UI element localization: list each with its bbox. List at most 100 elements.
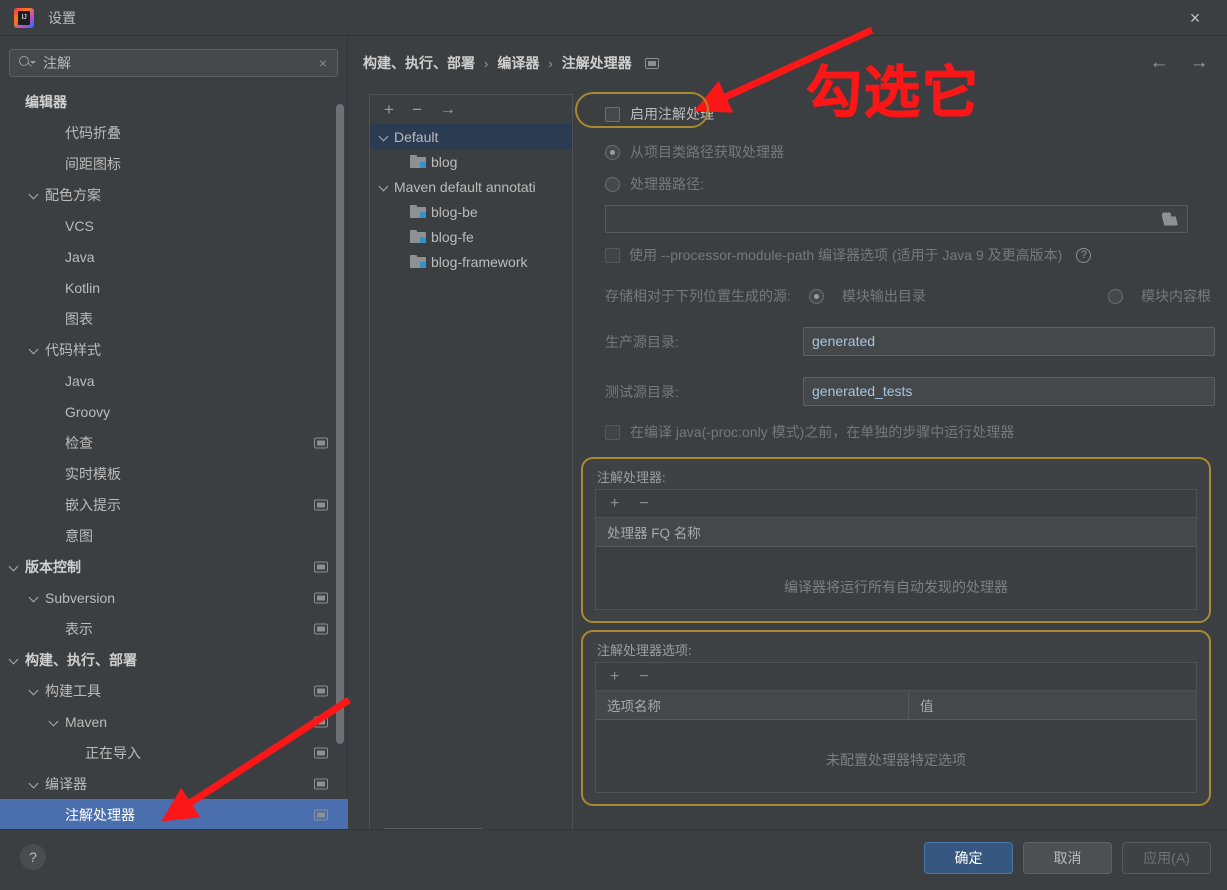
chevron-down-icon[interactable]: [28, 777, 41, 790]
back-arrow-icon[interactable]: ←: [1145, 48, 1173, 76]
breadcrumb-part-1[interactable]: 编译器: [497, 53, 539, 73]
settings-content: 构建、执行、部署 › 编译器 › 注解处理器 ← → + − → Default…: [349, 36, 1227, 845]
add-option-button[interactable]: +: [610, 668, 619, 685]
processor-path-radio[interactable]: [605, 176, 620, 192]
settings-sync-badge-icon: [314, 592, 328, 603]
sidebar-item[interactable]: 版本控制: [0, 551, 348, 582]
sidebar-item[interactable]: 意图: [0, 520, 348, 551]
sidebar-item-label: 图表: [65, 310, 93, 327]
module-profile-row[interactable]: Default: [370, 124, 572, 149]
processors-table-header: 处理器 FQ 名称: [596, 518, 1196, 547]
chevron-down-icon[interactable]: [28, 591, 41, 604]
proc-only-row[interactable]: 在编译 java(-proc:only 模式)之前，在单独的步骤中运行处理器: [605, 422, 1014, 442]
proc-only-label: 在编译 java(-proc:only 模式)之前，在单独的步骤中运行处理器: [630, 424, 1015, 440]
search-input[interactable]: 注解 ×: [9, 49, 338, 77]
sidebar-scrollbar[interactable]: [336, 104, 344, 744]
move-to-profile-button[interactable]: →: [440, 101, 456, 118]
sidebar-item[interactable]: 编辑器: [0, 86, 348, 117]
module-profile-row[interactable]: Maven default annotati: [370, 174, 572, 199]
chevron-down-icon[interactable]: [8, 560, 21, 573]
enable-annotation-processing-row[interactable]: 启用注解处理: [605, 104, 714, 124]
processors-table-toolbar: + −: [596, 490, 1196, 518]
column-header-processor-fq-name[interactable]: 处理器 FQ 名称: [596, 518, 1196, 546]
chevron-down-icon[interactable]: [28, 343, 41, 356]
sidebar-item[interactable]: 编译器: [0, 768, 348, 799]
help-icon[interactable]: ?: [1076, 247, 1092, 263]
sidebar-item[interactable]: Subversion: [0, 582, 348, 613]
chevron-down-icon[interactable]: [378, 130, 391, 143]
proc-only-checkbox[interactable]: [605, 424, 620, 440]
breadcrumb-part-2: 注解处理器: [561, 55, 632, 71]
use-module-path-checkbox[interactable]: [605, 247, 620, 263]
chevron-down-icon[interactable]: [28, 188, 41, 201]
chevron-down-icon[interactable]: [48, 715, 61, 728]
sidebar-item[interactable]: Kotlin: [0, 272, 348, 303]
module-row[interactable]: blog-framework: [370, 249, 572, 274]
window-title: 设置: [48, 9, 76, 26]
sidebar-item[interactable]: 检查: [0, 427, 348, 458]
sidebar-item[interactable]: VCS: [0, 210, 348, 241]
settings-sync-badge-icon: [314, 809, 328, 820]
add-profile-button[interactable]: +: [384, 101, 394, 118]
ok-button[interactable]: 确定: [924, 842, 1013, 874]
store-content-root-radio[interactable]: [1108, 288, 1123, 304]
remove-processor-button[interactable]: −: [639, 495, 648, 512]
column-header-value[interactable]: 值: [908, 691, 1196, 719]
store-module-output-radio[interactable]: [808, 288, 824, 304]
sidebar-item[interactable]: 注解处理器: [0, 799, 348, 829]
module-row[interactable]: blog: [370, 149, 572, 174]
breadcrumb-separator: ›: [484, 55, 489, 71]
production-sources-input[interactable]: generated: [803, 327, 1215, 356]
annotation-processors-group: 注解处理器: + − 处理器 FQ 名称 编译器将运行所有自动发现的处理器: [581, 457, 1211, 623]
module-row[interactable]: blog-be: [370, 199, 572, 224]
cancel-button[interactable]: 取消: [1023, 842, 1112, 874]
sidebar-item-label: 构建工具: [45, 682, 101, 699]
sidebar-item[interactable]: Maven: [0, 706, 348, 737]
module-label: blog-framework: [431, 253, 528, 270]
breadcrumb-part-0[interactable]: 构建、执行、部署: [363, 53, 475, 73]
test-sources-input[interactable]: generated_tests: [803, 377, 1215, 406]
apply-button[interactable]: 应用(A): [1122, 842, 1211, 874]
sidebar-item[interactable]: Groovy: [0, 396, 348, 427]
settings-sync-badge-icon: [314, 437, 328, 448]
remove-profile-button[interactable]: −: [412, 101, 422, 118]
sidebar-item[interactable]: 构建、执行、部署: [0, 644, 348, 675]
obtain-from-classpath-radio[interactable]: [605, 144, 620, 160]
chevron-down-icon[interactable]: [378, 180, 391, 193]
column-header-option-name[interactable]: 选项名称: [596, 691, 908, 719]
processor-path-row[interactable]: 处理器路径:: [605, 174, 704, 194]
sidebar-item[interactable]: Java: [0, 241, 348, 272]
sidebar-item[interactable]: 正在导入: [0, 737, 348, 768]
sidebar-item[interactable]: 嵌入提示: [0, 489, 348, 520]
add-processor-button[interactable]: +: [610, 495, 619, 512]
sidebar-item[interactable]: 构建工具: [0, 675, 348, 706]
chevron-down-icon[interactable]: [28, 684, 41, 697]
settings-sync-badge-icon: [314, 561, 328, 572]
folder-browse-icon[interactable]: [1162, 212, 1178, 226]
sidebar-item[interactable]: Java: [0, 365, 348, 396]
sidebar-item[interactable]: 表示: [0, 613, 348, 644]
obtain-from-classpath-row[interactable]: 从项目类路径获取处理器: [605, 142, 784, 162]
settings-dialog: IJ 设置 × 注解 × 编辑器 代码折叠 间距图标 配色方案 VCS Java Kotli…: [0, 0, 1227, 890]
chevron-down-icon[interactable]: [8, 653, 21, 666]
forward-arrow-icon[interactable]: →: [1185, 48, 1213, 76]
sidebar-item[interactable]: 代码样式: [0, 334, 348, 365]
close-icon[interactable]: ×: [1173, 0, 1217, 36]
sidebar-item[interactable]: 配色方案: [0, 179, 348, 210]
clear-search-icon[interactable]: ×: [319, 56, 327, 70]
sidebar-item[interactable]: 实时模板: [0, 458, 348, 489]
help-button[interactable]: ?: [20, 844, 46, 870]
sidebar-item[interactable]: 代码折叠: [0, 117, 348, 148]
processor-path-input[interactable]: [605, 205, 1188, 233]
search-value: 注解: [43, 55, 71, 71]
sidebar-item[interactable]: 间距图标: [0, 148, 348, 179]
enable-annotation-processing-checkbox[interactable]: [605, 106, 620, 122]
remove-option-button[interactable]: −: [639, 668, 648, 685]
module-row[interactable]: blog-fe: [370, 224, 572, 249]
use-module-path-row[interactable]: 使用 --processor-module-path 编译器选项 (适用于 Ja…: [605, 245, 1092, 265]
sidebar-item[interactable]: 图表: [0, 303, 348, 334]
settings-tree[interactable]: 编辑器 代码折叠 间距图标 配色方案 VCS Java Kotlin 图表 代码样式 Java Gr…: [0, 86, 348, 829]
